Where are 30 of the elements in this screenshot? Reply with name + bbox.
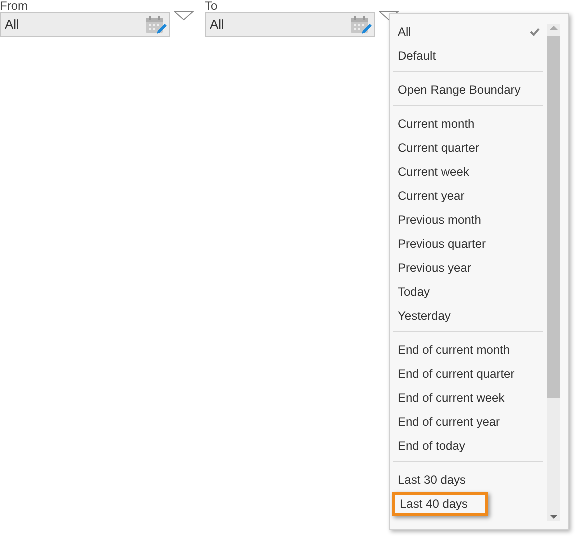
- dropdown-arrow-icon[interactable]: [174, 11, 194, 21]
- scrollbar[interactable]: [547, 24, 560, 521]
- menu-item[interactable]: End of current year: [393, 410, 543, 434]
- menu-item[interactable]: End of today: [393, 434, 543, 458]
- menu-item[interactable]: Today: [393, 280, 543, 304]
- date-field[interactable]: All: [0, 12, 170, 37]
- field-label: To: [205, 0, 219, 12]
- field-label: From: [0, 0, 29, 12]
- menu-item[interactable]: All: [393, 20, 543, 44]
- scroll-down-icon[interactable]: [550, 513, 558, 521]
- menu-item[interactable]: Current week: [393, 160, 543, 184]
- menu-item[interactable]: End of current month: [393, 338, 543, 362]
- date-field[interactable]: All: [205, 12, 375, 37]
- calendar-icon[interactable]: [145, 14, 167, 34]
- menu-item[interactable]: Default: [393, 44, 543, 68]
- scrollbar-thumb[interactable]: [547, 36, 560, 398]
- menu-item[interactable]: Current year: [393, 184, 543, 208]
- menu-item[interactable]: Last 40 days: [392, 492, 488, 516]
- menu-item[interactable]: Current quarter: [393, 136, 543, 160]
- scroll-up-icon[interactable]: [550, 24, 558, 32]
- menu-item[interactable]: Current month: [393, 112, 543, 136]
- calendar-icon[interactable]: [350, 14, 372, 34]
- menu-item[interactable]: End of current quarter: [393, 362, 543, 386]
- menu-item[interactable]: Previous quarter: [393, 232, 543, 256]
- menu-item[interactable]: Previous year: [393, 256, 543, 280]
- menu-item[interactable]: Yesterday: [393, 304, 543, 328]
- menu-item[interactable]: Last 30 days: [393, 468, 543, 492]
- menu-item[interactable]: End of current week: [393, 386, 543, 410]
- menu-item[interactable]: Open Range Boundary: [393, 78, 543, 102]
- menu-item[interactable]: Previous month: [393, 208, 543, 232]
